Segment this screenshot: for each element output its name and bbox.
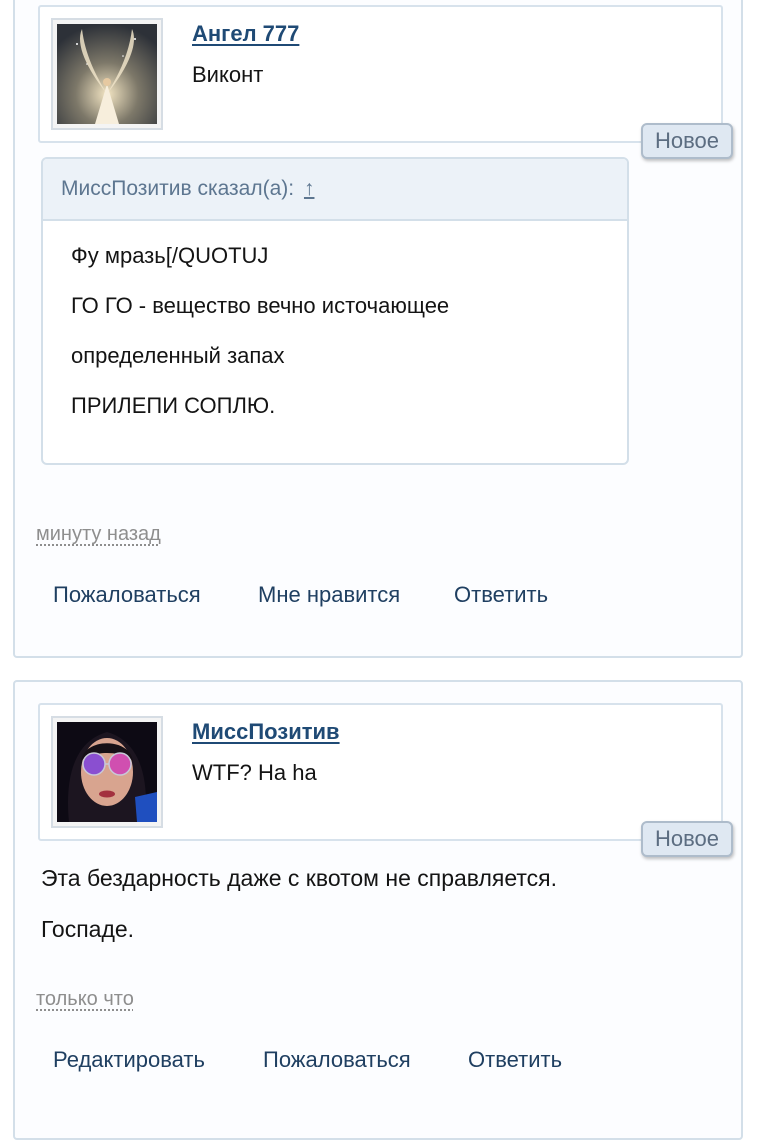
report-button[interactable]: Пожаловаться [263, 1047, 411, 1073]
user-info-bar: МиссПозитив WTF? Ha ha [38, 703, 723, 841]
username-link[interactable]: Ангел 777 [192, 21, 299, 47]
new-badge: Новое [641, 123, 733, 159]
post-body-line: Госпаде. [41, 916, 135, 942]
angel-avatar-icon [57, 24, 157, 124]
user-title: WTF? Ha ha [192, 760, 317, 785]
post-timestamp[interactable]: минуту назад [36, 523, 161, 546]
quote-jump-link[interactable]: ↑ [304, 177, 315, 200]
avatar[interactable] [51, 18, 163, 130]
like-button[interactable]: Мне нравится [258, 582, 400, 608]
quote-line: Фу мразь[/QUOTUJ [71, 243, 269, 268]
post: МиссПозитив WTF? Ha ha Новое Эта бездарн… [13, 680, 743, 1140]
quote-line: определенный запах [71, 343, 285, 368]
edit-button[interactable]: Редактировать [53, 1047, 205, 1073]
user-info-bar: Ангел 777 Виконт [38, 5, 723, 143]
woman-sunglasses-avatar-icon [57, 722, 157, 822]
post-timestamp[interactable]: только что [36, 988, 134, 1011]
quote-author: МиссПозитив сказал(а): [61, 177, 295, 200]
post: Ангел 777 Виконт Новое МиссПозитив сказа… [13, 0, 743, 658]
reply-button[interactable]: Ответить [454, 582, 548, 608]
reply-button[interactable]: Ответить [468, 1047, 562, 1073]
quote-line: ГО ГО - вещество вечно источающее [71, 293, 450, 318]
avatar[interactable] [51, 716, 163, 828]
user-title: Виконт [192, 62, 264, 87]
new-badge: Новое [641, 821, 733, 857]
username-link[interactable]: МиссПозитив [192, 719, 340, 745]
quote-line: ПРИЛЕПИ СОПЛЮ. [71, 393, 276, 418]
report-button[interactable]: Пожаловаться [53, 582, 201, 608]
post-body-line: Эта бездарность даже с квотом не справля… [41, 865, 558, 891]
quote-block: МиссПозитив сказал(а): ↑ Фу мразь[/QUOTU… [41, 157, 629, 465]
quote-header: МиссПозитив сказал(а): ↑ [43, 159, 627, 221]
